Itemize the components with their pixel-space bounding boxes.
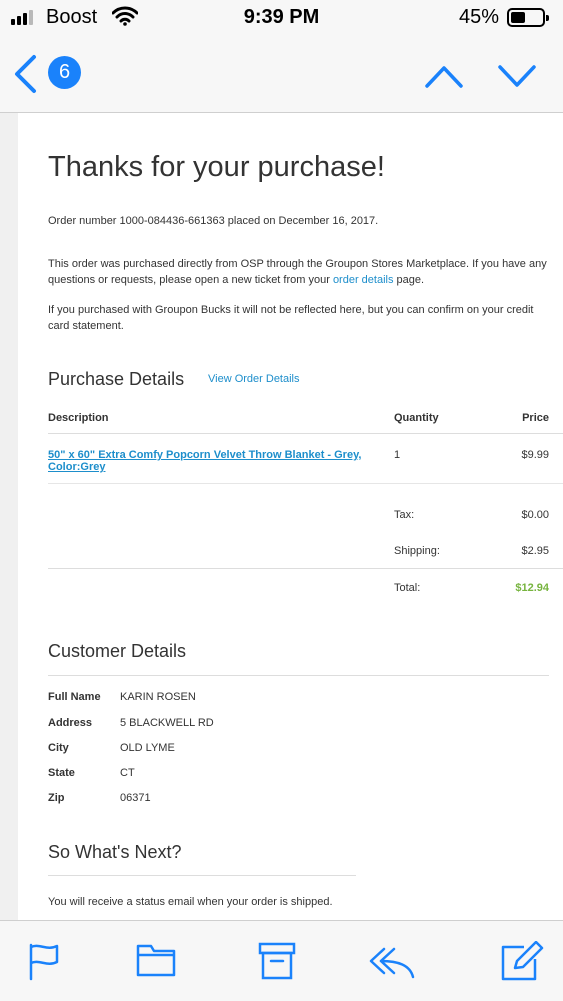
marketplace-text-line-2: questions or requests, please open a new… [48, 272, 424, 288]
customer-value-zip: 06371 [120, 792, 151, 804]
battery-percent: 45% [459, 6, 500, 28]
marketplace-text-line-1: This order was purchased directly from O… [48, 258, 547, 270]
total-label: Total: [394, 582, 421, 594]
totals-divider [48, 568, 563, 569]
order-number-text: Order number 1000-084436-661363 placed o… [48, 215, 379, 227]
next-message-icon[interactable] [497, 62, 537, 90]
purchase-details-heading: Purchase Details [48, 369, 185, 389]
product-link[interactable]: 50" x 60" Extra Comfy Popcorn Velvet Thr… [48, 449, 378, 473]
mail-nav-bar: 6 [0, 38, 563, 113]
column-header-quantity: Quantity [394, 412, 439, 424]
customer-label-state: State [48, 767, 75, 779]
chevron-left-icon [15, 55, 36, 93]
unread-count-badge: 6 [48, 56, 81, 89]
folder-icon[interactable] [136, 941, 176, 979]
item-divider [48, 483, 563, 484]
customer-details-heading: Customer Details [48, 641, 187, 661]
customer-label-full-name: Full Name [48, 691, 101, 703]
whats-next-divider [48, 875, 356, 876]
tax-value: $0.00 [521, 509, 549, 521]
product-name-line-2: Color:Grey [48, 461, 106, 473]
battery-icon [507, 8, 549, 27]
tax-label: Tax: [394, 509, 415, 521]
compose-icon[interactable] [500, 941, 544, 983]
customer-value-state: CT [120, 767, 135, 779]
view-order-details-link[interactable]: View Order Details [208, 373, 300, 385]
previous-message-icon[interactable] [424, 62, 464, 90]
status-bar: Boost 9:39 PM 45% [0, 0, 563, 38]
total-value: $12.94 [515, 582, 549, 594]
item-quantity: 1 [394, 449, 401, 461]
back-button[interactable]: 6 [12, 54, 92, 98]
column-header-price: Price [522, 412, 549, 424]
customer-label-zip: Zip [48, 792, 65, 804]
item-price: $9.99 [521, 449, 549, 461]
mail-toolbar [0, 920, 563, 1001]
column-header-description: Description [48, 412, 109, 424]
table-divider [48, 433, 563, 434]
flag-icon[interactable] [27, 941, 61, 981]
shipping-value: $2.95 [521, 545, 549, 557]
groupon-bucks-text-line-1: If you purchased with Groupon Bucks it w… [48, 304, 534, 316]
customer-value-full-name: KARIN ROSEN [120, 691, 196, 703]
customer-label-city: City [48, 742, 69, 754]
customer-label-address: Address [48, 717, 93, 729]
customer-divider [48, 675, 549, 676]
content-gutter [0, 113, 18, 920]
customer-value-address: 5 BLACKWELL RD [120, 717, 214, 729]
shipping-label: Shipping: [394, 545, 440, 557]
order-details-link[interactable]: order details [333, 274, 394, 286]
whats-next-text: You will receive a status email when you… [48, 896, 333, 908]
marketplace-text-pre: questions or requests, please open a new… [48, 274, 333, 286]
email-body[interactable]: Thanks for your purchase! Order number 1… [0, 113, 563, 920]
marketplace-text-post: page. [393, 274, 425, 286]
product-name-line-1: 50" x 60" Extra Comfy Popcorn Velvet Thr… [48, 449, 362, 461]
archive-icon[interactable] [258, 941, 296, 981]
reply-icon[interactable] [368, 941, 416, 981]
email-title: Thanks for your purchase! [48, 151, 385, 183]
customer-value-city: OLD LYME [120, 742, 175, 754]
groupon-bucks-text-line-2: card statement. [48, 320, 124, 332]
whats-next-heading: So What's Next? [48, 842, 182, 862]
